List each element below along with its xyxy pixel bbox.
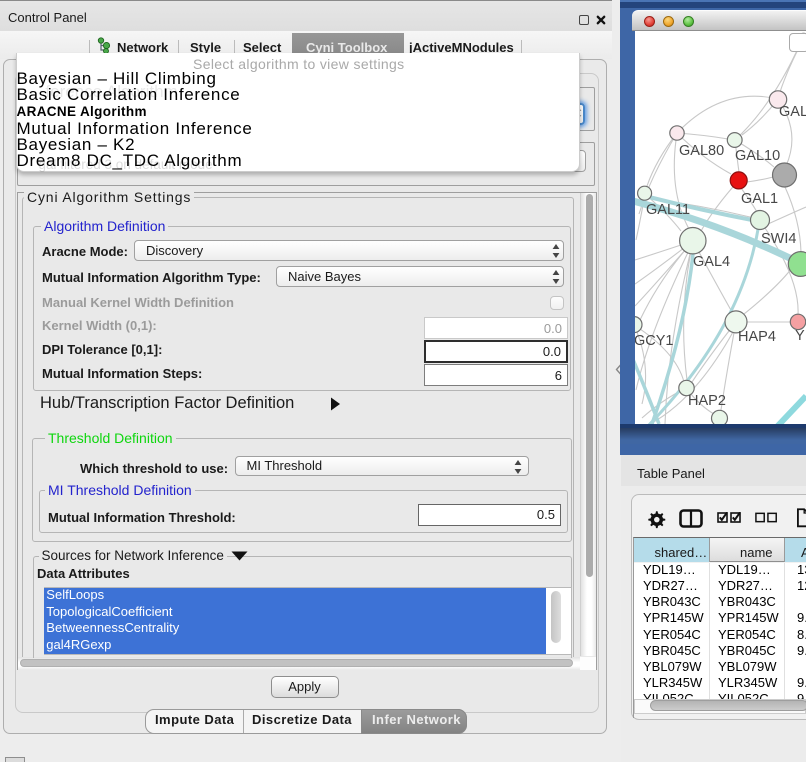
svg-text:Y: Y — [795, 328, 805, 344]
svg-text:GAL11: GAL11 — [646, 202, 690, 218]
svg-text:SWI4: SWI4 — [761, 231, 796, 247]
svg-text:GAL10: GAL10 — [735, 148, 780, 164]
svg-text:GAL1: GAL1 — [741, 191, 778, 207]
svg-text:GAL4: GAL4 — [693, 254, 730, 270]
svg-text:GAL: GAL — [779, 104, 806, 120]
svg-text:HAP4: HAP4 — [738, 329, 776, 345]
svg-text:GCY1: GCY1 — [635, 333, 674, 349]
svg-text:GAL80: GAL80 — [679, 143, 724, 159]
svg-text:HAP2: HAP2 — [688, 393, 726, 409]
